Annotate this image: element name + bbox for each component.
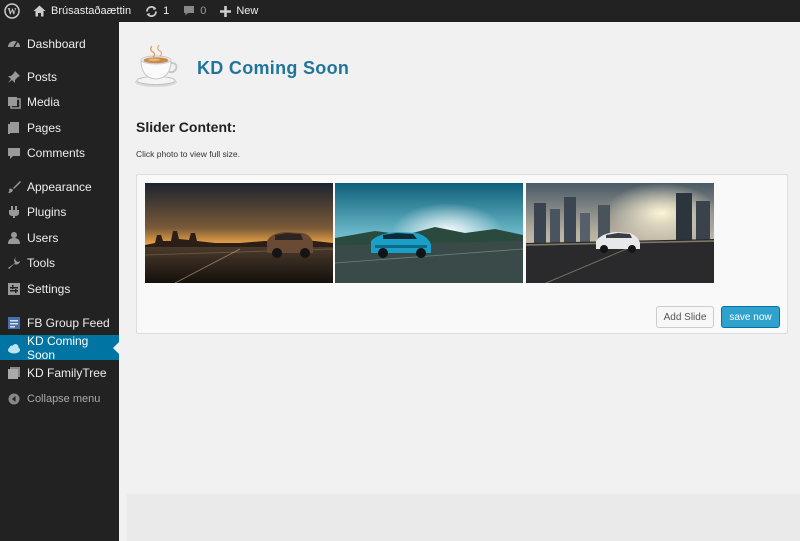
menu-kd-coming-soon-label: KD Coming Soon — [27, 333, 89, 362]
menu-plugins-label: Plugins — [27, 205, 67, 219]
plugin-title: KD Coming Soon — [197, 58, 350, 78]
comment-icon — [7, 146, 21, 160]
menu-comments[interactable]: Comments — [0, 142, 119, 164]
site-name: Brúsastaðaættin — [51, 5, 132, 17]
plug-icon — [7, 205, 21, 219]
slide-photo-sunset-suv — [145, 183, 333, 283]
pin-icon — [7, 70, 21, 84]
dashboard-icon — [7, 37, 21, 51]
user-icon — [7, 231, 21, 245]
menu-posts[interactable]: Posts — [0, 66, 119, 88]
menu-settings[interactable]: Settings — [0, 278, 119, 300]
menu-settings-label: Settings — [27, 282, 71, 296]
media-icon — [7, 95, 21, 109]
comment-bubble-icon — [184, 6, 195, 16]
menu-appearance-label: Appearance — [27, 180, 92, 194]
new-label: New — [236, 5, 259, 17]
wrench-icon — [7, 256, 21, 270]
menu-tools-label: Tools — [27, 256, 56, 270]
pages-icon — [7, 121, 21, 135]
home-icon — [33, 5, 46, 17]
menu-fb-group-feed[interactable]: FB Group Feed — [0, 312, 119, 334]
slide-thumbnail[interactable] — [335, 183, 523, 283]
collapse-menu-button[interactable]: Collapse menu — [0, 388, 119, 410]
slider-container: Add Slide save now — [136, 174, 788, 334]
fb-feed-icon — [7, 316, 21, 330]
wordpress-icon: W — [4, 3, 20, 19]
cloud-icon — [7, 341, 21, 355]
site-name-menu[interactable]: Brúsastaðaættin — [26, 0, 138, 22]
menu-plugins[interactable]: Plugins — [0, 201, 119, 223]
menu-posts-label: Posts — [27, 70, 58, 84]
menu-users-label: Users — [27, 231, 59, 245]
menu-appearance[interactable]: Appearance — [0, 176, 119, 198]
section-note: Click photo to view full size. — [136, 149, 240, 159]
footer-area — [127, 494, 800, 541]
menu-kd-coming-soon[interactable]: KD Coming Soon — [0, 333, 120, 362]
coffee-cup-icon — [132, 42, 180, 90]
collapse-arrow-icon — [7, 392, 21, 406]
menu-comments-label: Comments — [27, 146, 86, 160]
updates-count: 1 — [163, 5, 170, 17]
main-content: KD Coming Soon Slider Content: Click pho… — [119, 22, 800, 541]
slide-photo-city-white-car — [526, 183, 714, 283]
comments-menu[interactable]: 0 — [176, 0, 213, 22]
menu-media[interactable]: Media — [0, 91, 119, 113]
menu-kd-familytree[interactable]: KD FamilyTree — [0, 362, 119, 384]
menu-dashboard-label: Dashboard — [27, 37, 86, 51]
plus-icon — [220, 5, 232, 17]
admin-bar: W Brúsastaðaættin 1 0 New — [0, 0, 800, 22]
menu-kd-familytree-label: KD FamilyTree — [27, 366, 107, 380]
settings-icon — [7, 282, 21, 296]
menu-media-label: Media — [27, 95, 60, 109]
menu-users[interactable]: Users — [0, 227, 119, 249]
save-now-button[interactable]: save now — [721, 306, 780, 328]
menu-dashboard[interactable]: Dashboard — [0, 33, 119, 55]
menu-pages-label: Pages — [27, 121, 62, 135]
new-content-menu[interactable]: New — [213, 0, 265, 22]
add-slide-button[interactable]: Add Slide — [656, 306, 714, 328]
collapse-menu-label: Collapse menu — [27, 393, 101, 405]
wordpress-logo-menu[interactable]: W — [0, 0, 26, 22]
familytree-icon — [7, 366, 21, 380]
menu-pages[interactable]: Pages — [0, 117, 119, 139]
comments-count: 0 — [200, 5, 207, 17]
svg-text:W: W — [8, 7, 17, 17]
brush-icon — [7, 180, 21, 194]
updates-icon — [146, 5, 158, 17]
slide-photo-blue-sedan — [335, 183, 523, 283]
section-heading: Slider Content: — [136, 119, 237, 135]
slide-thumbnail[interactable] — [526, 183, 714, 283]
slide-thumbnail[interactable] — [145, 183, 333, 283]
menu-fb-group-feed-label: FB Group Feed — [27, 316, 110, 330]
admin-sidebar: Dashboard Posts Media Pages Comments App… — [0, 22, 120, 541]
menu-tools[interactable]: Tools — [0, 252, 119, 274]
updates-menu[interactable]: 1 — [138, 0, 176, 22]
